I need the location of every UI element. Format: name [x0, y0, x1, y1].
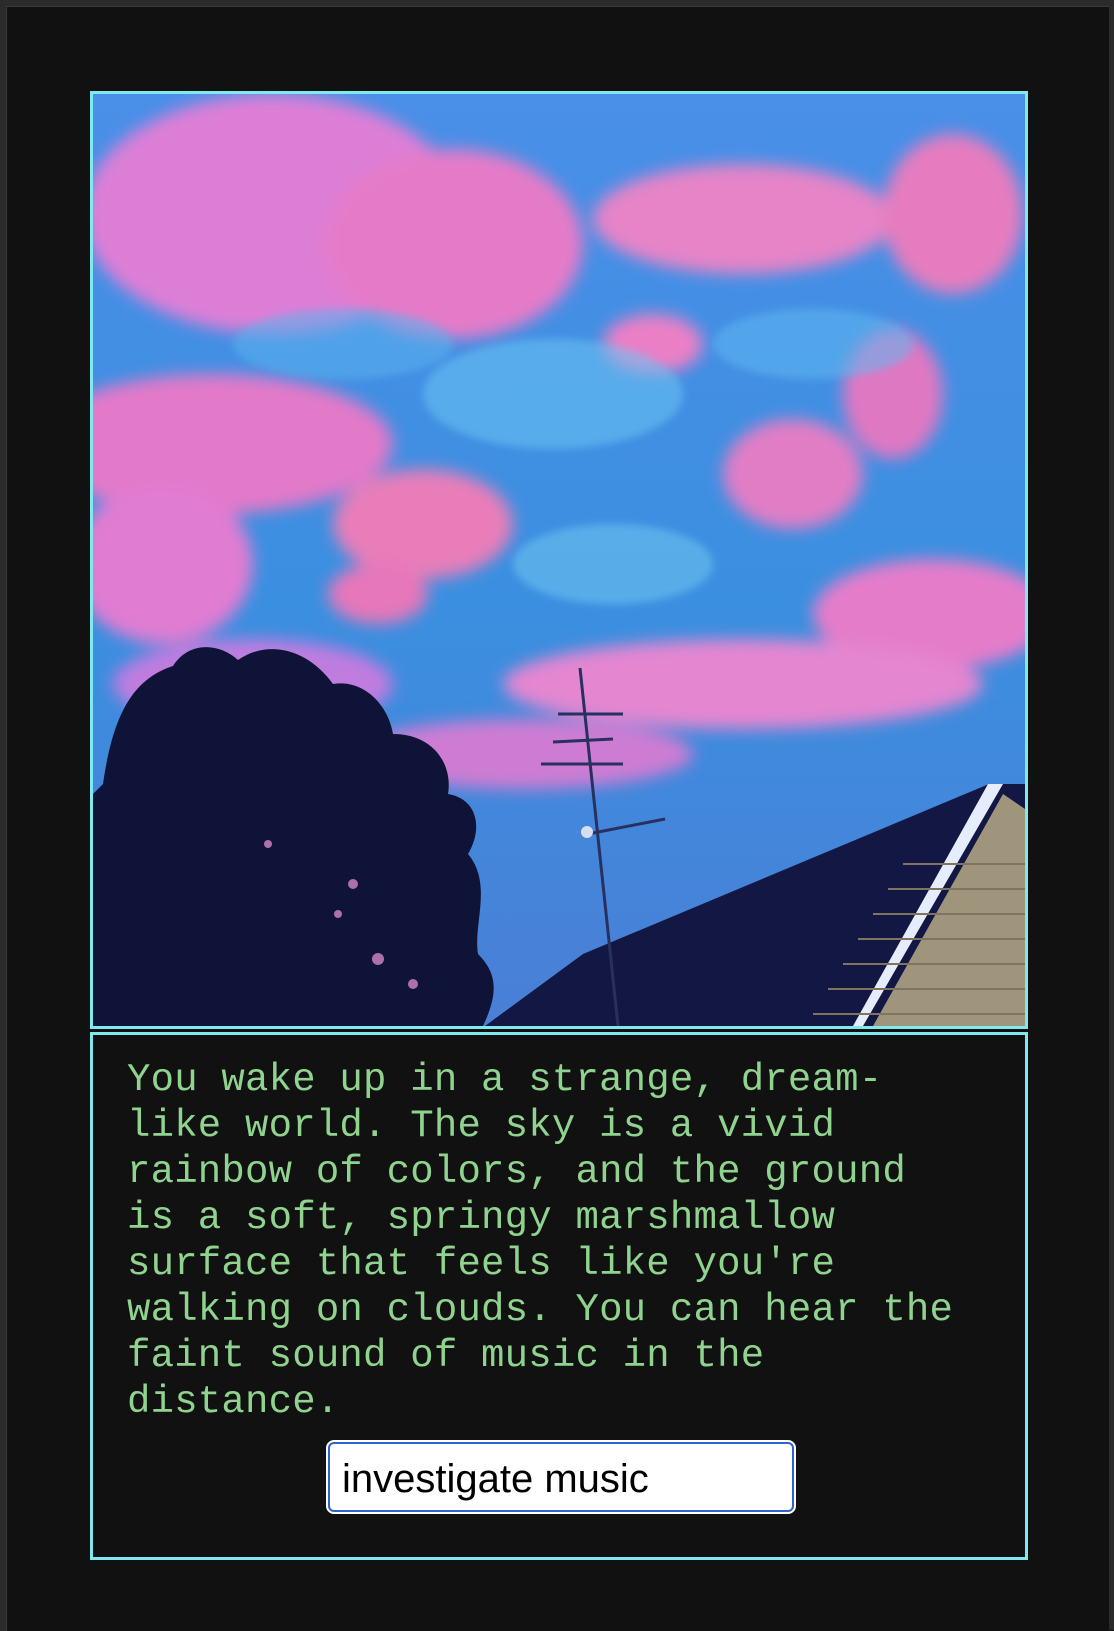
narrative-text: You wake up in a strange, dream- like wo…: [127, 1058, 954, 1424]
scene-image: [90, 91, 1028, 1029]
command-input[interactable]: [326, 1440, 796, 1514]
dream-sky-image: [93, 94, 1025, 1026]
window-edge: [1109, 0, 1114, 1630]
narrative-panel: You wake up in a strange, dream- like wo…: [90, 1032, 1028, 1560]
